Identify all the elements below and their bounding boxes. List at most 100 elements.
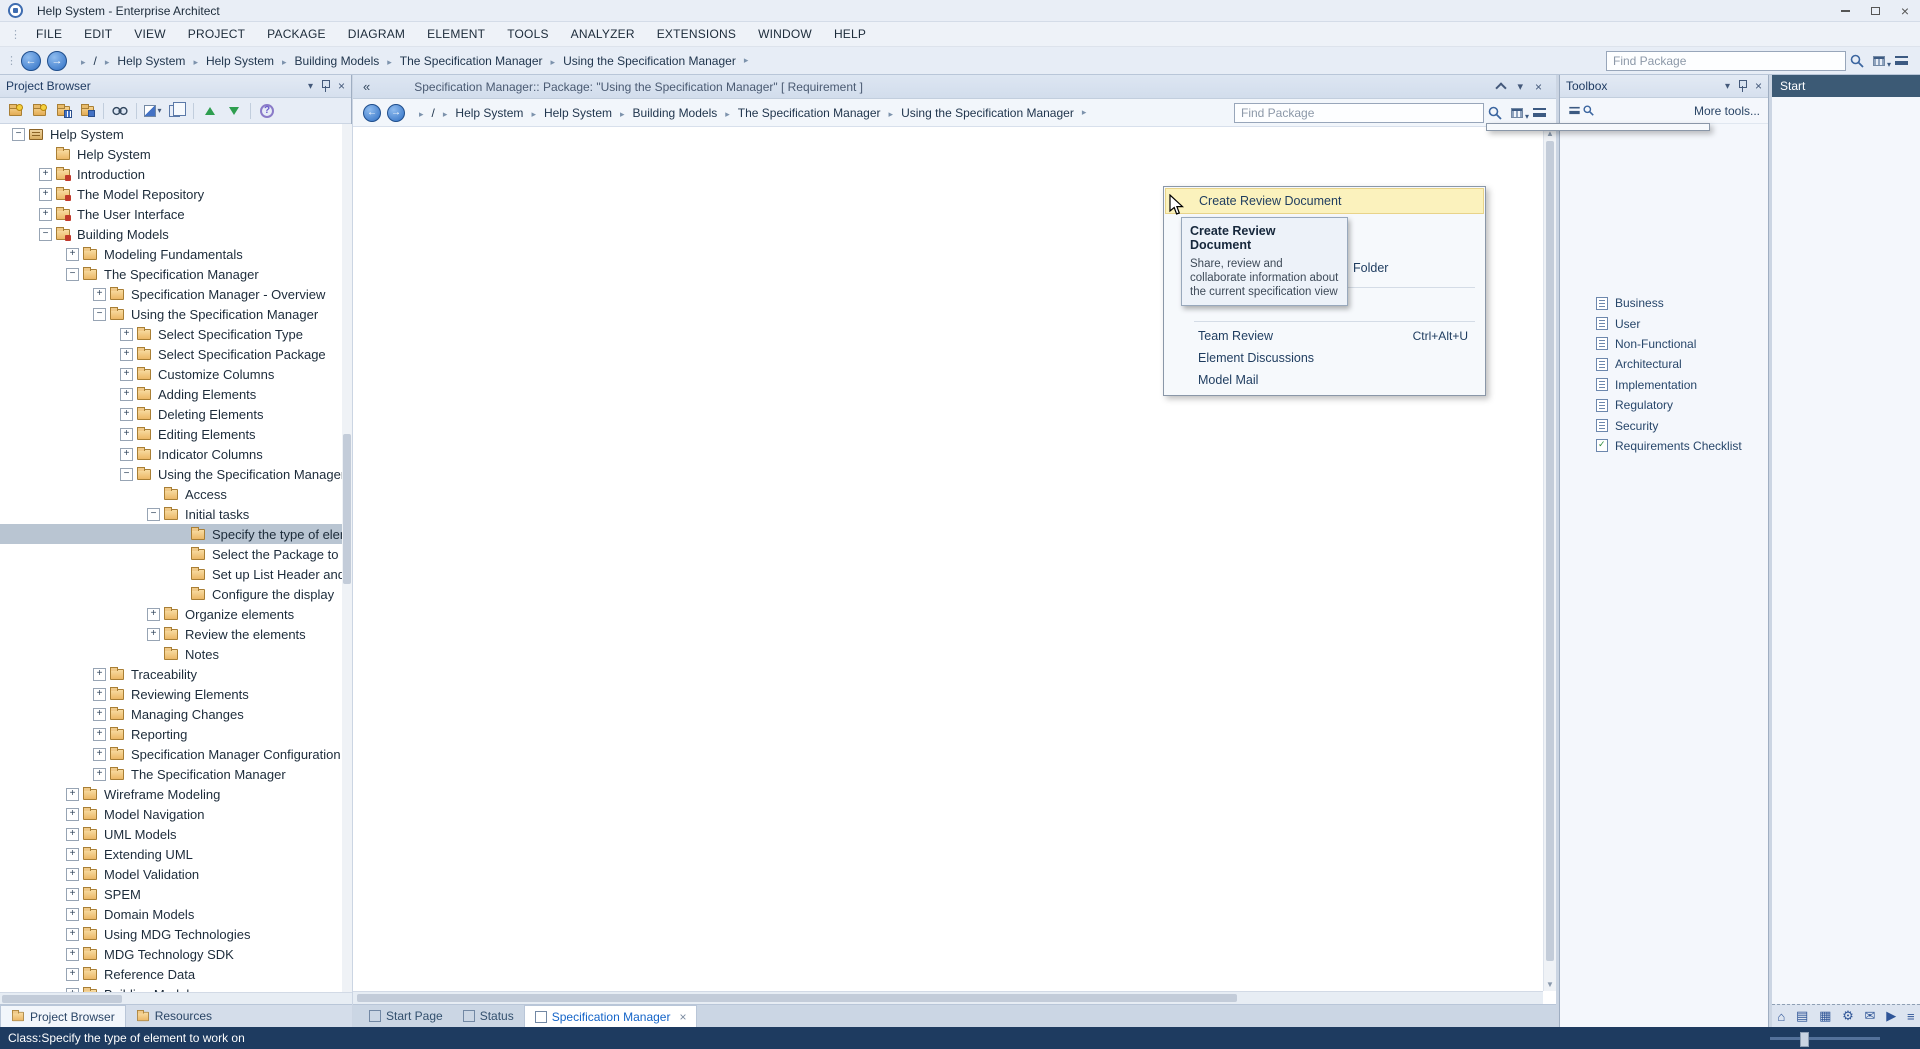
tree-item[interactable]: Select Specification Type	[0, 324, 352, 344]
tree-item[interactable]: Domain Models	[0, 904, 352, 924]
tree-item[interactable]: Managing Changes	[0, 704, 352, 724]
create-review-document-item[interactable]: Create Review Document	[1165, 188, 1484, 214]
tree-item[interactable]: Traceability	[0, 664, 352, 684]
tree-item[interactable]: Model Validation	[0, 864, 352, 884]
menu-item[interactable]: ANALYZER	[560, 27, 646, 41]
expander-icon[interactable]	[66, 948, 83, 961]
toolbox-item[interactable]: Business	[1560, 293, 1768, 313]
expander-icon[interactable]	[66, 828, 83, 841]
tree-vertical-scrollbar[interactable]	[342, 124, 352, 992]
tree-item[interactable]: Reviewing Elements	[0, 684, 352, 704]
tree-item[interactable]: Set up List Header and Filter bars	[0, 564, 352, 584]
tree-item[interactable]: Introduction	[0, 164, 352, 184]
expander-icon[interactable]	[147, 608, 164, 621]
expander-icon[interactable]	[39, 188, 56, 201]
toolbox-item[interactable]: Implementation	[1560, 375, 1768, 395]
pin-icon[interactable]	[321, 80, 330, 92]
close-document-icon[interactable]	[1535, 80, 1542, 94]
expander-icon[interactable]	[66, 848, 83, 861]
tree-item[interactable]: Building Models	[0, 984, 352, 992]
tree-item[interactable]: Using the Specification Manager	[0, 304, 352, 324]
menu-item[interactable]: EDIT	[73, 27, 123, 41]
model-mail-item[interactable]: Model Mail	[1165, 369, 1484, 391]
toolbox-pin-icon[interactable]	[1738, 80, 1747, 92]
expander-icon[interactable]	[120, 428, 137, 441]
expander-icon[interactable]	[66, 788, 83, 801]
tree-item[interactable]: Model Navigation	[0, 804, 352, 824]
find-in-browser-icon[interactable]	[109, 101, 131, 121]
tree-item[interactable]: Specify the type of element to work on	[0, 524, 352, 544]
expander-icon[interactable]	[147, 508, 164, 521]
expander-icon[interactable]	[66, 248, 83, 261]
tree-item[interactable]: Organize elements	[0, 604, 352, 624]
breadcrumb-item[interactable]: The Specification Manager	[379, 54, 542, 68]
tree-item[interactable]: Reporting	[0, 724, 352, 744]
move-up-icon[interactable]	[199, 101, 221, 121]
expander-icon[interactable]	[93, 728, 110, 741]
expander-icon[interactable]	[93, 308, 110, 321]
doc-forward-icon[interactable]: →	[387, 104, 405, 122]
close-panel-icon[interactable]	[338, 79, 345, 93]
panel-tab[interactable]: Resources	[126, 1005, 222, 1027]
toolbox-item[interactable]: Requirements Checklist	[1560, 436, 1768, 456]
expander-icon[interactable]	[93, 288, 110, 301]
menu-item[interactable]: ELEMENT	[416, 27, 496, 41]
expander-icon[interactable]	[120, 328, 137, 341]
doc-back-icon[interactable]: ←	[363, 104, 381, 122]
doc-breadcrumb-item[interactable]: Building Models	[612, 106, 717, 120]
tree-item[interactable]: MDG Technology SDK	[0, 944, 352, 964]
partially-hidden-menu-item[interactable]: Folder	[1353, 257, 1484, 279]
toolbox-item[interactable]: Architectural	[1560, 354, 1768, 374]
back-icon[interactable]: ←	[21, 51, 41, 71]
tree-item[interactable]: Help System	[0, 144, 352, 164]
breadcrumb-item[interactable]: Help System	[97, 54, 186, 68]
expander-icon[interactable]	[93, 668, 110, 681]
more-tools-link[interactable]: More tools...	[1694, 104, 1760, 118]
breadcrumb-item[interactable]: Help System	[185, 54, 274, 68]
expander-icon[interactable]	[93, 708, 110, 721]
expander-icon[interactable]	[12, 128, 29, 141]
edit-dropdown-icon[interactable]: ▾	[142, 101, 164, 121]
panel-menu-icon[interactable]: ▾	[308, 81, 313, 92]
tree-item[interactable]: Extending UML	[0, 844, 352, 864]
toolbox-search-icon[interactable]	[1568, 101, 1594, 121]
dropdown-icon[interactable]: ▾	[1517, 80, 1523, 94]
expander-icon[interactable]	[66, 868, 83, 881]
tree-item[interactable]: Select Specification Package	[0, 344, 352, 364]
element-discussions-item[interactable]: Element Discussions	[1165, 347, 1484, 369]
toolbox-item[interactable]: Security	[1560, 415, 1768, 435]
expander-icon[interactable]	[39, 208, 56, 221]
design-icon[interactable]: ▤	[1796, 1008, 1808, 1024]
expander-icon[interactable]	[93, 748, 110, 761]
expander-icon[interactable]	[147, 628, 164, 641]
doc-breadcrumb-item[interactable]: The Specification Manager	[717, 106, 880, 120]
doc-find-package-input[interactable]	[1234, 103, 1484, 123]
document-horizontal-scrollbar[interactable]	[353, 991, 1543, 1004]
tree-item[interactable]: The User Interface	[0, 204, 352, 224]
chevron-up-icon[interactable]	[1496, 82, 1507, 93]
expander-icon[interactable]	[66, 908, 83, 921]
toolbox-item[interactable]: Non-Functional	[1560, 334, 1768, 354]
expander-icon[interactable]	[120, 388, 137, 401]
team-review-item[interactable]: Team Review Ctrl+Alt+U	[1165, 325, 1484, 347]
zoom-slider[interactable]	[1770, 1037, 1880, 1040]
layout-icon[interactable]: ▦	[1819, 1008, 1831, 1024]
tree-item[interactable]: Initial tasks	[0, 504, 352, 524]
tree-item[interactable]: Deleting Elements	[0, 404, 352, 424]
tree-horizontal-scrollbar[interactable]	[0, 992, 352, 1004]
expander-icon[interactable]	[66, 808, 83, 821]
list-icon[interactable]: ≡	[1907, 1009, 1915, 1024]
collapse-left-icon[interactable]: «	[363, 79, 370, 94]
expander-icon[interactable]	[66, 968, 83, 981]
menu-item[interactable]: PACKAGE	[256, 27, 337, 41]
expander-icon[interactable]	[66, 928, 83, 941]
minimize-button[interactable]	[1830, 0, 1860, 21]
help-icon[interactable]: ?	[256, 101, 278, 121]
breadcrumb-item[interactable]: Building Models	[274, 54, 379, 68]
home-icon[interactable]: ⌂	[1777, 1009, 1785, 1024]
tree-item[interactable]: Wireframe Modeling	[0, 784, 352, 804]
breadcrumb-item[interactable]: Using the Specification Manager	[543, 54, 736, 68]
move-down-icon[interactable]	[223, 101, 245, 121]
menu-item[interactable]: VIEW	[123, 27, 176, 41]
menu-item[interactable]: PROJECT	[177, 27, 256, 41]
